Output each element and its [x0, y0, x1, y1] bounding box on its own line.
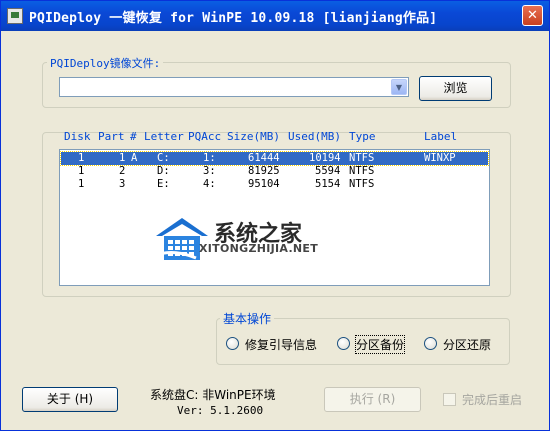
browse-button[interactable]: 浏览: [419, 76, 492, 101]
partition-row[interactable]: 1 3 E: 4: 95104 5154 NTFS: [61, 178, 488, 191]
restart-checkbox[interactable]: [443, 393, 456, 406]
header-letter: Letter: [144, 130, 184, 143]
restart-label: 完成后重启: [462, 393, 523, 407]
cell-type: NTFS: [349, 165, 375, 177]
image-file-label: PQIDeploy镜像文件:: [47, 55, 164, 71]
basic-ops-label: 基本操作: [220, 310, 275, 327]
partition-row[interactable]: 1 2 D: 3: 81925 5594 NTFS: [61, 165, 488, 178]
cell-pqacc: 1:: [203, 152, 216, 164]
cell-flag: A: [131, 152, 138, 164]
radio-circle[interactable]: [424, 337, 437, 350]
cell-used: 5594: [315, 165, 341, 177]
app-window: PQIDeploy 一键恢复 for WinPE 10.09.18 [lianj…: [0, 0, 550, 431]
house-icon: [153, 218, 208, 260]
cell-size: 95104: [248, 178, 280, 190]
header-part: Part: [98, 130, 125, 143]
header-num: #: [130, 130, 137, 143]
radio-label: 分区还原: [443, 338, 492, 352]
header-label: Label: [424, 130, 458, 143]
chevron-down-icon[interactable]: ▼: [391, 79, 407, 95]
cell-type: NTFS: [349, 178, 375, 190]
header-disk: Disk: [64, 130, 91, 143]
cell-part: 2: [119, 165, 126, 177]
partition-listbox[interactable]: 1 1 A C: 1: 61444 10194 NTFS WINXP 1 2 D…: [59, 149, 490, 286]
header-size: Size(MB): [227, 130, 280, 143]
header-used: Used(MB): [288, 130, 341, 143]
cell-size: 81925: [248, 165, 280, 177]
cell-letter: E:: [157, 178, 170, 190]
radio-circle[interactable]: [226, 337, 239, 350]
radio-label: 修复引导信息: [245, 338, 318, 352]
radio-circle[interactable]: [337, 337, 350, 350]
cell-disk: 1: [78, 152, 85, 164]
cell-used: 10194: [309, 152, 341, 164]
cell-part: 3: [119, 178, 126, 190]
app-icon: [7, 8, 23, 24]
radio-label: 分区备份: [354, 335, 406, 354]
cell-letter: D:: [157, 165, 170, 177]
cell-pqacc: 4:: [203, 178, 216, 190]
header-pqacc: PQAcc: [188, 130, 222, 143]
window-title: PQIDeploy 一键恢复 for WinPE 10.09.18 [lianj…: [29, 11, 438, 26]
cell-size: 61444: [248, 152, 280, 164]
partition-row[interactable]: 1 1 A C: 1: 61444 10194 NTFS WINXP: [60, 151, 489, 166]
cell-disk: 1: [78, 178, 85, 190]
execute-button[interactable]: 执行 (R): [324, 387, 421, 412]
close-button[interactable]: ✕: [522, 5, 543, 26]
header-type: Type: [349, 130, 376, 143]
system-disk-status: 系统盘C: 非WinPE环境: [150, 388, 276, 402]
image-file-combobox[interactable]: ▼: [59, 77, 409, 97]
title-bar[interactable]: PQIDeploy 一键恢复 for WinPE 10.09.18 [lianj…: [1, 1, 549, 31]
cell-used: 5154: [315, 178, 341, 190]
cell-label: WINXP: [424, 152, 456, 164]
watermark-subtitle: XITONGZHIJIA.NET: [199, 242, 319, 255]
cell-part: 1: [119, 152, 126, 164]
cell-type: NTFS: [349, 152, 375, 164]
cell-pqacc: 3:: [203, 165, 216, 177]
about-button[interactable]: 关于 (H): [22, 387, 118, 412]
cell-disk: 1: [78, 165, 85, 177]
version-label: Ver: 5.1.2600: [177, 404, 264, 417]
cell-letter: C:: [157, 152, 170, 164]
watermark-logo: 系统之家 XITONGZHIJIA.NET: [152, 212, 367, 272]
